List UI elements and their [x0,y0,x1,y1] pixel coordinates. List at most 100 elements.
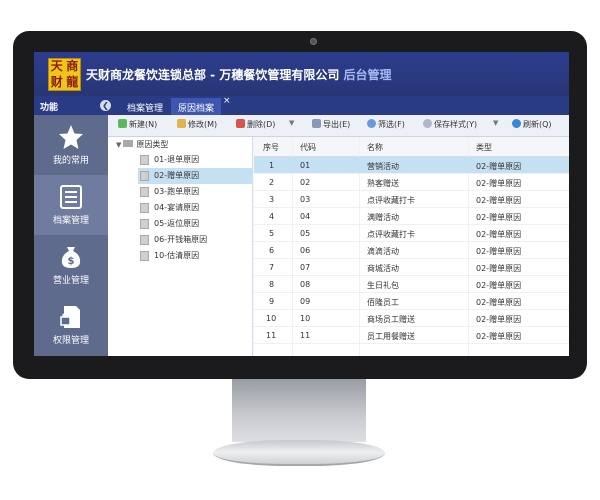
tab-bar: 功能 ❮ 档案管理 原因档案 × [34,96,569,115]
table-row[interactable]: 7 07 商城活动 02-赠单原因 [254,259,569,276]
sidebar-item-permissions[interactable]: 权限管理 [34,295,108,355]
cell-code: 02 [300,178,311,187]
save-style-button[interactable]: 保存样式(Y) [423,119,477,130]
sidebar-item-favorites[interactable]: 我的常用 [34,115,108,175]
cell-type: 02-赠单原因 [476,162,522,171]
sidebar-item-label: 我的常用 [52,156,89,166]
sidebar-item-label: 权限管理 [52,336,89,346]
tree-node-label: 01-退单原因 [154,155,200,164]
edit-button[interactable]: 修改(M) [177,119,217,130]
cell-code: 11 [300,331,311,340]
table-row[interactable]: 11 11 员工用餐赠送 02-赠单原因 [254,327,569,344]
tree-node[interactable]: 02-赠单原因 [138,168,252,184]
column-header-name[interactable]: 名称 [367,142,383,153]
cell-type: 02-赠单原因 [476,196,522,205]
column-header-index[interactable]: 序号 [263,142,279,153]
export-button[interactable]: 导出(E) [312,119,350,130]
logo-char: 龍 [66,74,79,89]
sidebar-item-business[interactable]: $ 营业管理 [34,235,108,295]
table-row[interactable]: 9 09 佰隆员工 02-赠单原因 [254,293,569,310]
app-title: 天财商龙餐饮连锁总部 - 万穗餐饮管理有限公司 后台管理 [86,66,392,83]
delete-dropdown-chevron-down-icon[interactable]: ▼ [289,119,294,127]
grid-header: 序号 代码 名称 类型 [254,137,569,157]
cell-code: 04 [300,212,311,221]
tree-root[interactable]: ▼ 原因类型 [116,139,168,150]
cell-code: 03 [300,195,311,204]
file-icon [140,171,149,181]
cell-code: 09 [300,297,311,306]
tree-node-label: 05-返位原因 [154,219,200,228]
cell-index: 8 [269,280,275,289]
folder-icon [123,140,134,147]
cell-code: 05 [300,229,311,238]
table-row[interactable]: 2 02 熟客赠送 02-赠单原因 [254,174,569,191]
table-row[interactable]: 1 01 营销活动 02-赠单原因 [254,157,569,174]
new-button-label: 新建(N) [129,120,158,129]
cell-index: 1 [269,161,275,170]
cell-name: 熟客赠送 [367,179,399,188]
monitor-stand-base [213,440,385,466]
tree-node-label: 04-宴请原因 [154,203,200,212]
logo-char: 商 [66,59,79,73]
cell-name: 商场员工赠送 [367,315,415,324]
cell-name: 点评收藏打卡 [367,196,415,205]
tree-node[interactable]: 01-退单原因 [138,152,252,168]
cell-type: 02-赠单原因 [476,247,522,256]
cell-type: 02-赠单原因 [476,230,522,239]
file-icon [140,235,149,245]
table-row[interactable]: 10 10 商场员工赠送 02-赠单原因 [254,310,569,327]
table-row[interactable]: 5 05 点评收藏打卡 02-赠单原因 [254,225,569,242]
add-icon [118,119,127,128]
tree-node[interactable]: 06-开钱箱原因 [138,232,252,248]
file-icon [140,155,149,165]
edit-icon [177,119,186,128]
tree-expand-chevron-down-icon[interactable]: ▼ [116,141,121,149]
tree-node[interactable]: 05-返位原因 [138,216,252,232]
cell-index: 7 [269,263,275,272]
table-row[interactable]: 4 04 满赠活动 02-赠单原因 [254,208,569,225]
camera-icon [310,38,317,45]
app-title-sub: 后台管理 [343,68,392,82]
reason-type-tree: ▼ 原因类型 01-退单原因 02-赠单原因 03-跑单原因 04-宴请原因 05… [108,137,253,356]
table-row[interactable]: 3 03 点评收藏打卡 02-赠单原因 [254,191,569,208]
tree-node[interactable]: 10-估清原因 [138,248,252,264]
filter-button[interactable]: 筛选(F) [367,119,405,130]
app-screen: 天 商 财 龍 天财商龙餐饮连锁总部 - 万穗餐饮管理有限公司 后台管理 功能 … [34,52,569,356]
cell-code: 08 [300,280,311,289]
app-title-main: 天财商龙餐饮连锁总部 - 万穗餐饮管理有限公司 [86,68,340,82]
new-button[interactable]: 新建(N) [118,119,157,130]
archive-icon [60,185,82,209]
cell-name: 点评收藏打卡 [367,230,415,239]
column-header-code[interactable]: 代码 [300,142,316,153]
function-label: 功能 [40,103,59,113]
delete-button[interactable]: 删除(D) [236,119,275,130]
refresh-button[interactable]: 刷新(Q) [512,119,552,130]
column-header-type[interactable]: 类型 [476,142,492,153]
file-icon [140,251,149,261]
sidebar-item-archive[interactable]: 档案管理 [34,175,108,235]
cell-index: 11 [266,331,277,340]
tab-archive-management[interactable]: 档案管理 [120,98,170,115]
cell-name: 满赠活动 [367,213,399,222]
table-row[interactable]: 6 06 滴滴活动 02-赠单原因 [254,242,569,259]
svg-text:$: $ [68,256,75,267]
lock-document-icon [60,306,80,328]
tree-node[interactable]: 04-宴请原因 [138,200,252,216]
tree-node-label: 06-开钱箱原因 [154,235,208,244]
filter-button-label: 筛选(F) [378,120,405,129]
cell-name: 佰隆员工 [367,298,399,307]
save-style-dropdown-chevron-down-icon[interactable]: ▼ [493,119,498,127]
monitor-stand-neck [232,379,366,442]
sidebar-item-label: 营业管理 [52,276,89,286]
table-row[interactable]: 8 08 生日礼包 02-赠单原因 [254,276,569,293]
sidebar-item-label: 档案管理 [52,216,89,226]
cell-type: 02-赠单原因 [476,213,522,222]
tree-node[interactable]: 03-跑单原因 [138,184,252,200]
cell-index: 2 [269,178,275,187]
cell-type: 02-赠单原因 [476,332,522,341]
collapse-sidebar-icon[interactable]: ❮ [100,100,111,111]
cell-code: 10 [300,314,311,323]
save-style-button-label: 保存样式(Y) [434,120,478,129]
close-tab-icon[interactable]: × [223,96,231,106]
tab-reason-archive[interactable]: 原因档案 [171,98,222,115]
